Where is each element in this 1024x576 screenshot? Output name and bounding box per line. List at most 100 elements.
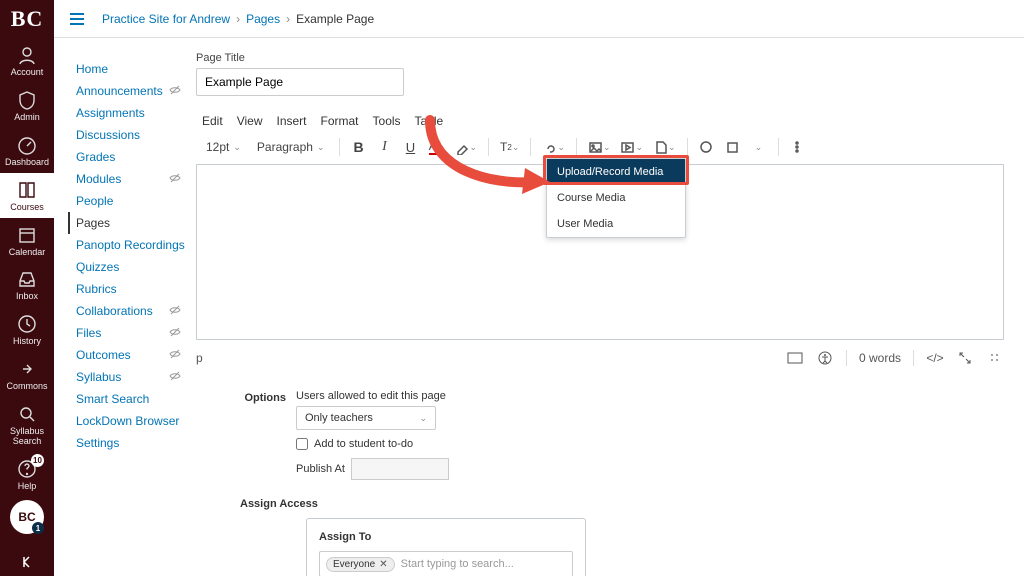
hidden-icon [168,171,182,188]
document-button[interactable]: ⌄ [650,136,679,158]
text-color-button[interactable]: A⌄ [426,136,448,158]
todo-label: Add to student to-do [314,438,413,450]
course-nav-smart-search[interactable]: Smart Search [68,388,196,410]
menu-course-media[interactable]: Course Media [547,185,685,211]
new-quiz-button[interactable] [722,136,744,158]
course-nav: Home AnnouncementsAssignments Discussions G… [54,38,196,576]
user-avatar[interactable]: BC 1 [10,500,44,534]
document-icon [653,140,668,155]
a11y-checker-button[interactable] [816,349,834,367]
nav-label: Dashboard [5,158,49,168]
font-size-select[interactable]: 12pt⌄ [200,136,247,158]
course-nav-collaborations[interactable]: Collaborations [68,300,196,322]
breadcrumb-pages[interactable]: Pages [246,12,280,26]
search-icon [16,403,38,425]
nav-account[interactable]: Account [0,38,54,83]
course-nav-modules[interactable]: Modules [68,168,196,190]
kebab-icon [790,140,805,155]
paragraph-select[interactable]: Paragraph⌄ [251,136,331,158]
nav-label: Account [11,68,44,78]
assignee-chip[interactable]: Everyone ✕ [326,557,395,572]
breadcrumb-course[interactable]: Practice Site for Andrew [102,12,230,26]
nav-syllabus-search[interactable]: Syllabus Search [0,397,54,452]
rce-menu-format[interactable]: Format [321,114,359,128]
publish-at-label: Publish At [296,463,345,475]
rce-menu-insert[interactable]: Insert [276,114,306,128]
hidden-icon [168,83,182,100]
course-nav-assignments[interactable]: Assignments [68,102,196,124]
nav-history[interactable]: History [0,307,54,352]
course-nav-pages[interactable]: Pages [68,212,196,234]
global-nav: BC Account Admin Dashboard Courses Calen… [0,0,54,576]
underline-button[interactable]: U [400,136,422,158]
a11y-icon [817,350,833,366]
assign-card: Assign To Everyone ✕ Start typing to sea… [306,518,586,576]
assign-to-label: Assign To [319,531,573,543]
menu-user-media[interactable]: User Media [547,211,685,237]
hamburger-icon[interactable] [68,10,86,28]
nav-calendar[interactable]: Calendar [0,218,54,263]
book-icon [16,179,38,201]
more-button[interactable] [787,136,809,158]
image-button[interactable]: ⌄ [585,136,614,158]
course-nav-files[interactable]: Files [68,322,196,344]
options-heading: Options [196,390,296,480]
nav-commons[interactable]: Commons [0,352,54,397]
chip-remove[interactable]: ✕ [379,559,387,570]
keyboard-shortcuts-button[interactable] [786,349,804,367]
course-nav-rubrics[interactable]: Rubrics [68,278,196,300]
nav-dashboard[interactable]: Dashboard [0,128,54,173]
course-nav-discussions[interactable]: Discussions [68,124,196,146]
apps-button[interactable] [696,136,718,158]
brand-logo[interactable]: BC [0,0,54,38]
page-title-input[interactable] [196,68,404,96]
highlight-button[interactable]: ⌄ [452,136,481,158]
course-nav-label: Modules [76,172,121,186]
todo-checkbox-row[interactable]: Add to student to-do [296,438,1004,450]
nav-label: Commons [6,382,47,392]
course-nav-panopto-recordings[interactable]: Panopto Recordings [68,234,196,256]
rce-path: p [196,351,203,365]
editors-select[interactable]: Only teachers⌄ [296,406,436,430]
menu-upload-record-media[interactable]: Upload/Record Media [547,159,685,185]
fullscreen-button[interactable] [956,349,974,367]
bold-button[interactable]: B [348,136,370,158]
hidden-icon [168,325,182,342]
nav-inbox[interactable]: Inbox [0,262,54,307]
course-nav-announcements[interactable]: Announcements [68,80,196,102]
course-nav-label: Home [76,62,108,76]
collapse-nav-button[interactable] [0,548,54,576]
course-nav-syllabus[interactable]: Syllabus [68,366,196,388]
html-editor-button[interactable]: </> [926,349,944,367]
course-nav-outcomes[interactable]: Outcomes [68,344,196,366]
course-nav-grades[interactable]: Grades [68,146,196,168]
course-nav-people[interactable]: People [68,190,196,212]
rce-menu-tools[interactable]: Tools [373,114,401,128]
resize-handle[interactable] [986,349,1004,367]
course-nav-label: Discussions [76,128,140,142]
rce-menu-view[interactable]: View [237,114,263,128]
italic-button[interactable]: I [374,136,396,158]
nav-courses[interactable]: Courses [0,173,54,218]
nav-help[interactable]: 10 Help [0,452,54,497]
course-nav-label: Syllabus [76,370,121,384]
external-apps-button[interactable]: ⌄ [748,136,770,158]
course-nav-lockdown-browser[interactable]: LockDown Browser [68,410,196,432]
shield-icon [16,89,38,111]
course-nav-label: Files [76,326,101,340]
course-nav-quizzes[interactable]: Quizzes [68,256,196,278]
nav-label: Admin [14,113,40,123]
rce-menu-edit[interactable]: Edit [202,114,223,128]
course-nav-home[interactable]: Home [68,58,196,80]
assign-to-input[interactable]: Everyone ✕ Start typing to search... [319,551,573,576]
rce-menu-table[interactable]: Table [415,114,444,128]
link-button[interactable]: ⌄ [539,136,568,158]
nav-admin[interactable]: Admin [0,83,54,128]
toolbar-separator [488,138,489,156]
course-nav-settings[interactable]: Settings [68,432,196,454]
todo-checkbox[interactable] [296,438,308,450]
media-button[interactable]: ⌄ [617,136,646,158]
publish-at-input[interactable] [351,458,449,480]
superscript-button[interactable]: T2⌄ [497,136,522,158]
hidden-icon [168,303,182,320]
